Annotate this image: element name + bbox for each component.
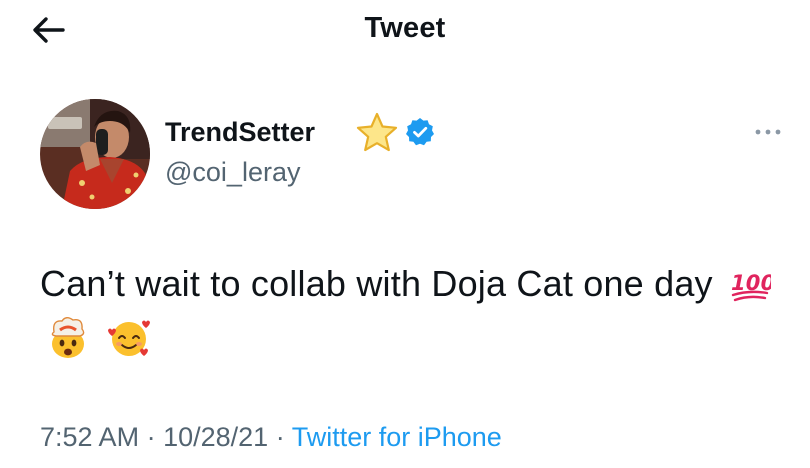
tweet-time[interactable]: 7:52 AM — [40, 422, 139, 452]
smiling-face-with-hearts-icon — [108, 320, 151, 357]
tweet-body: Can’t wait to collab with Doja Cat one d… — [40, 258, 800, 362]
exploding-head-icon — [51, 317, 85, 359]
avatar[interactable] — [40, 99, 150, 209]
author-handle[interactable]: @coi_leray — [165, 156, 300, 188]
more-dots-icon — [755, 129, 781, 135]
hundred-points-icon: 100 — [731, 271, 771, 302]
more-options-button[interactable] — [748, 118, 788, 146]
profile-photo — [40, 99, 150, 209]
display-name[interactable]: TrendSetter — [165, 116, 315, 148]
star-icon — [356, 112, 398, 152]
meta-separator: · — [275, 422, 285, 452]
tweet-source-link[interactable]: Twitter for iPhone — [292, 422, 502, 452]
page-title: Tweet — [364, 12, 446, 44]
top-bar: Tweet — [0, 0, 810, 62]
tweet-date[interactable]: 10/28/21 — [163, 422, 268, 452]
verified-badge-icon — [406, 118, 434, 146]
tweet-meta: 7:52 AM · 10/28/21 · Twitter for iPhone — [40, 420, 502, 454]
meta-separator: · — [146, 422, 156, 452]
tweet-text: Can’t wait to collab with Doja Cat one d… — [40, 263, 713, 304]
